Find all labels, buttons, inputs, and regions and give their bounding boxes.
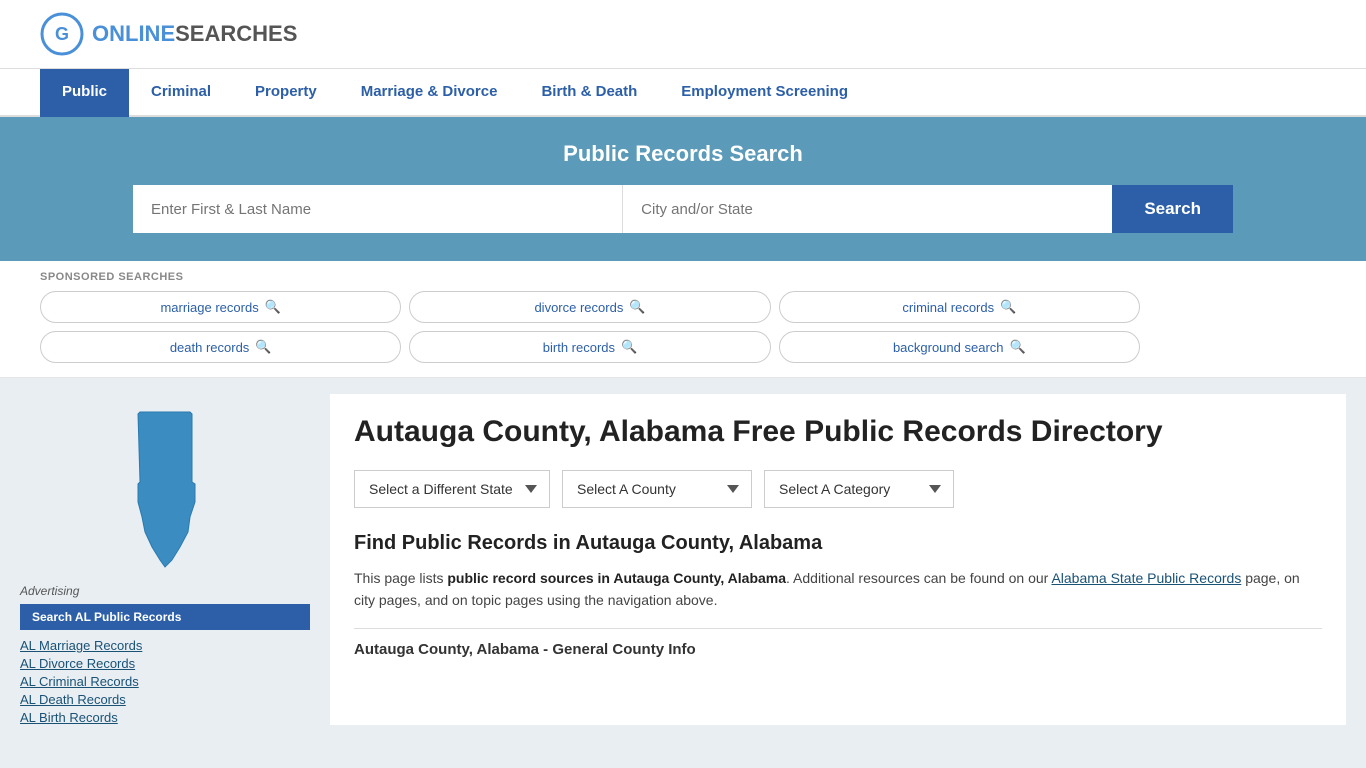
find-description: This page lists public record sources in… bbox=[354, 567, 1322, 612]
main-area: Advertising Search AL Public Records AL … bbox=[0, 378, 1366, 741]
search-bar: Search bbox=[133, 185, 1233, 233]
svg-text:G: G bbox=[55, 24, 69, 44]
sponsored-label: SPONSORED SEARCHES bbox=[40, 271, 1326, 283]
sponsored-item-divorce[interactable]: divorce records 🔍 bbox=[409, 291, 770, 323]
header: G ONLINESEARCHES bbox=[0, 0, 1366, 69]
main-nav: Public Criminal Property Marriage & Divo… bbox=[0, 69, 1366, 117]
alabama-map-svg bbox=[100, 402, 230, 572]
sidebar: Advertising Search AL Public Records AL … bbox=[20, 394, 310, 725]
alabama-state-link[interactable]: Alabama State Public Records bbox=[1051, 570, 1241, 586]
ad-link-criminal[interactable]: AL Criminal Records bbox=[20, 674, 310, 689]
advertising-section: Advertising Search AL Public Records AL … bbox=[20, 584, 310, 725]
search-al-public-records-button[interactable]: Search AL Public Records bbox=[20, 604, 310, 630]
logo-text: ONLINESEARCHES bbox=[92, 21, 297, 47]
logo-icon: G bbox=[40, 12, 84, 56]
two-col-layout: Advertising Search AL Public Records AL … bbox=[20, 378, 1346, 741]
sponsored-item-birth[interactable]: birth records 🔍 bbox=[409, 331, 770, 363]
logo[interactable]: G ONLINESEARCHES bbox=[40, 12, 297, 56]
sponsored-item-death[interactable]: death records 🔍 bbox=[40, 331, 401, 363]
category-dropdown[interactable]: Select A Category bbox=[764, 470, 954, 508]
search-icon-4: 🔍 bbox=[255, 339, 271, 355]
hero-section: Public Records Search Search bbox=[0, 117, 1366, 261]
search-icon-6: 🔍 bbox=[1010, 339, 1026, 355]
sponsored-section: SPONSORED SEARCHES marriage records 🔍 di… bbox=[0, 261, 1366, 378]
search-icon-2: 🔍 bbox=[629, 299, 645, 315]
ad-links: AL Marriage Records AL Divorce Records A… bbox=[20, 638, 310, 725]
sponsored-item-criminal[interactable]: criminal records 🔍 bbox=[779, 291, 1140, 323]
page-title: Autauga County, Alabama Free Public Reco… bbox=[354, 414, 1322, 450]
name-input[interactable] bbox=[133, 185, 623, 233]
sponsored-item-marriage[interactable]: marriage records 🔍 bbox=[40, 291, 401, 323]
county-dropdown[interactable]: Select A County bbox=[562, 470, 752, 508]
nav-item-property[interactable]: Property bbox=[233, 69, 339, 117]
nav-item-criminal[interactable]: Criminal bbox=[129, 69, 233, 117]
state-map bbox=[20, 402, 310, 572]
content-inner: Autauga County, Alabama Free Public Reco… bbox=[330, 394, 1346, 678]
ad-link-marriage[interactable]: AL Marriage Records bbox=[20, 638, 310, 653]
nav-item-employment[interactable]: Employment Screening bbox=[659, 69, 870, 117]
county-info-header: Autauga County, Alabama - General County… bbox=[354, 628, 1322, 658]
ad-link-divorce[interactable]: AL Divorce Records bbox=[20, 656, 310, 671]
sponsored-grid: marriage records 🔍 divorce records 🔍 cri… bbox=[40, 291, 1140, 363]
main-content: Autauga County, Alabama Free Public Reco… bbox=[330, 394, 1346, 725]
search-icon-5: 🔍 bbox=[621, 339, 637, 355]
advertising-label: Advertising bbox=[20, 584, 310, 598]
search-button[interactable]: Search bbox=[1112, 185, 1233, 233]
state-dropdown[interactable]: Select a Different State bbox=[354, 470, 550, 508]
hero-title: Public Records Search bbox=[40, 141, 1326, 167]
ad-link-birth[interactable]: AL Birth Records bbox=[20, 710, 310, 725]
find-title: Find Public Records in Autauga County, A… bbox=[354, 532, 1322, 555]
nav-item-marriage-divorce[interactable]: Marriage & Divorce bbox=[339, 69, 520, 117]
nav-item-public[interactable]: Public bbox=[40, 69, 129, 117]
search-icon-3: 🔍 bbox=[1000, 299, 1016, 315]
location-input[interactable] bbox=[623, 185, 1112, 233]
nav-item-birth-death[interactable]: Birth & Death bbox=[519, 69, 659, 117]
ad-link-death[interactable]: AL Death Records bbox=[20, 692, 310, 707]
dropdowns-row: Select a Different State Select A County… bbox=[354, 470, 1322, 508]
search-icon-1: 🔍 bbox=[265, 299, 281, 315]
sponsored-item-background[interactable]: background search 🔍 bbox=[779, 331, 1140, 363]
